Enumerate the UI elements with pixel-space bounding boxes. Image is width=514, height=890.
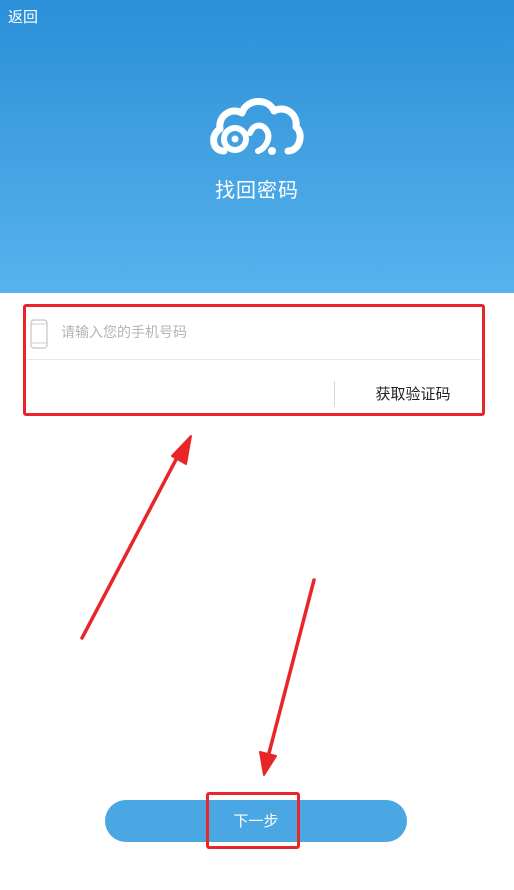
arrow-up-icon [80,435,192,640]
next-button-highlight-box [206,792,300,849]
back-link[interactable]: 返回 [8,6,38,27]
forgot-password-screen: 返回 找回密码 获取验证码 下一步 [0,0,514,890]
arrow-down-icon [259,578,316,776]
header-banner: 返回 找回密码 [0,0,514,293]
cloud-logo-icon [210,98,304,155]
form-highlight-box [23,304,485,416]
page-title: 找回密码 [215,178,299,202]
